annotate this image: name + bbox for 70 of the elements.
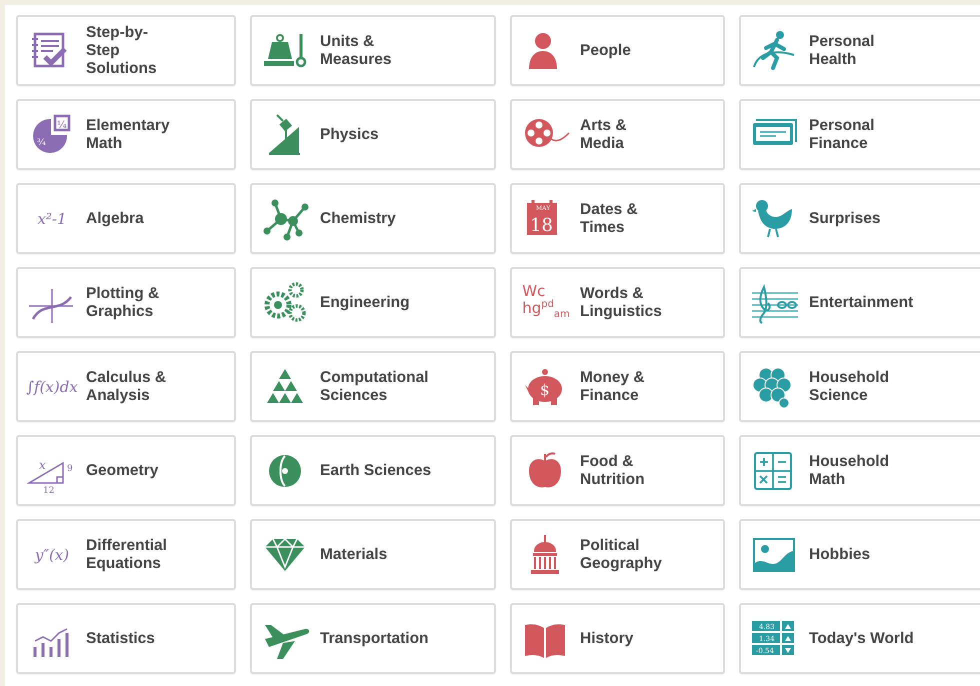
subject-card[interactable]: Step-by- Step Solutions (16, 15, 236, 86)
formula-text: x²-1 (37, 210, 67, 228)
icon-label: $ (540, 380, 550, 398)
subject-card[interactable]: Household Math (739, 435, 980, 506)
subject-card[interactable]: Physics (250, 99, 496, 170)
subject-card[interactable]: Personal Finance (739, 99, 980, 170)
subject-label: Arts & Media (580, 116, 627, 152)
subject-label: Personal Finance (809, 116, 874, 152)
subject-card[interactable]: Statistics (16, 603, 236, 674)
icon-label: 12 (43, 486, 54, 492)
subject-label: Words & Linguistics (580, 284, 662, 320)
subject-label: Calculus & Analysis (86, 368, 166, 404)
subject-card[interactable]: Political Geography (510, 519, 725, 590)
subject-card[interactable]: Personal Health (739, 15, 980, 86)
subject-card[interactable]: Materials (250, 519, 496, 590)
subject-label: Materials (320, 546, 388, 564)
subject-label: Hobbies (809, 546, 870, 564)
subject-label: History (580, 630, 634, 648)
subject-label: Earth Sciences (320, 462, 432, 480)
subject-card[interactable]: Food & Nutrition (510, 435, 725, 506)
subject-label: Political Geography (580, 536, 662, 572)
subject-card[interactable]: History (510, 603, 725, 674)
subject-label: Statistics (86, 630, 155, 648)
icon-label: ¼ (57, 120, 67, 130)
formula-text: y″(x) (34, 546, 70, 564)
subject-card[interactable]: Computational Sciences (250, 351, 496, 422)
formula-text: ∫f(x)dx (26, 378, 78, 396)
icon-label: 9 (67, 464, 73, 474)
icon-label: x (39, 458, 46, 472)
subject-label: Household Science (809, 368, 890, 404)
icon-label: ¾ (37, 138, 46, 148)
subject-label: Plotting & Graphics (86, 284, 160, 320)
subject-card[interactable]: x²-1 Algebra (16, 183, 236, 254)
subject-label: Differential Equations (86, 536, 167, 572)
subject-label: Chemistry (320, 210, 396, 228)
subject-card[interactable]: Hobbies (739, 519, 980, 590)
subject-label: Money & Finance (580, 368, 645, 404)
subject-card[interactable]: Earth Sciences (250, 435, 496, 506)
subject-label: Transportation (320, 630, 429, 648)
subject-label: Elementary Math (86, 116, 170, 152)
subject-label: Personal Health (809, 32, 874, 68)
subject-card[interactable]: Entertainment (739, 267, 980, 338)
subject-label: People (580, 42, 631, 60)
subject-label: Engineering (320, 294, 410, 312)
subject-card[interactable]: Plotting & Graphics (16, 267, 236, 338)
subject-card[interactable]: Surprises (739, 183, 980, 254)
subject-label: Units & Measures (320, 32, 392, 68)
subject-card[interactable]: Household Science (739, 351, 980, 422)
icon-label: 18 (530, 214, 553, 236)
subject-label: Today's World (809, 630, 914, 648)
subject-label: Food & Nutrition (580, 452, 645, 488)
subject-card[interactable]: Engineering (250, 267, 496, 338)
subject-label: Physics (320, 126, 379, 144)
subject-card[interactable]: ¼ ¾ Elementary Math (16, 99, 236, 170)
subject-card[interactable]: People (510, 15, 725, 86)
subject-card[interactable]: x 9 12 Geometry (16, 435, 236, 506)
subject-card[interactable]: y″(x) Differential Equations (16, 519, 236, 590)
subject-label: Step-by- Step Solutions (86, 24, 157, 78)
subject-label: Geometry (86, 462, 158, 480)
subject-label: Algebra (86, 210, 144, 228)
subject-card[interactable]: Transportation (250, 603, 496, 674)
subject-label: Surprises (809, 210, 881, 228)
subject-label: Household Math (809, 452, 890, 488)
subject-card[interactable]: $ Money & Finance (510, 351, 725, 422)
subject-label: Computational Sciences (320, 368, 428, 404)
subject-card[interactable]: Arts & Media (510, 99, 725, 170)
subject-card[interactable]: Chemistry (250, 183, 496, 254)
subject-label: Entertainment (809, 294, 914, 312)
subject-card[interactable]: Units & Measures (250, 15, 496, 86)
subject-label: Dates & Times (580, 200, 638, 236)
